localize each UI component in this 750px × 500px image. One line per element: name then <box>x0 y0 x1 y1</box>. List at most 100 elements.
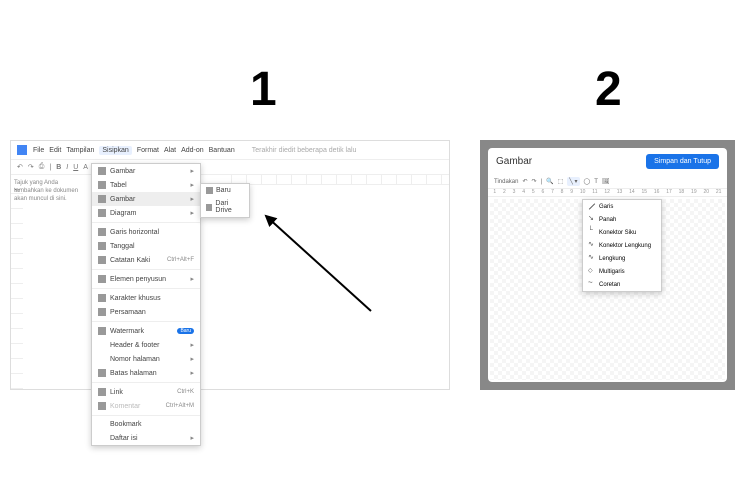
line-tool-button[interactable]: ╲ ▾ <box>567 177 579 186</box>
chevron-right-icon: ▸ <box>190 369 194 377</box>
zoom-icon[interactable]: 🔍 <box>546 178 553 185</box>
step-label-2: 2 <box>595 62 622 117</box>
line-ic-line-icon <box>588 203 595 210</box>
plus-icon <box>206 187 213 194</box>
break-icon <box>98 369 106 377</box>
insert-item-karakter-khusus[interactable]: Karakter khusus <box>92 291 200 305</box>
line-ic-cur-icon <box>588 255 595 262</box>
insert-item-komentar: KomentarCtrl+Alt+M <box>92 399 200 413</box>
text-color-icon[interactable]: A <box>83 164 88 171</box>
dialog-title: Gambar <box>496 156 532 167</box>
submenu-item-dari-drive[interactable]: Dari Drive <box>201 197 249 217</box>
text-icon[interactable]: T <box>594 179 598 185</box>
drawing-submenu: BaruDari Drive <box>200 183 250 218</box>
horizontal-ruler <box>231 175 449 185</box>
actions-menu[interactable]: Tindakan <box>494 179 518 185</box>
insert-item-garis-horizontal[interactable]: Garis horizontal <box>92 225 200 239</box>
chevron-right-icon: ▸ <box>190 167 194 175</box>
docs-logo-icon <box>17 145 27 155</box>
insert-item-gambar[interactable]: Gambar▸ <box>92 192 200 206</box>
insert-item-daftar-isi[interactable]: Daftar isi▸ <box>92 431 200 445</box>
line-type-dropdown: GarisPanahKonektor SikuKonektor Lengkung… <box>582 199 662 292</box>
insert-item-elemen-penyusun[interactable]: Elemen penyusun▸ <box>92 272 200 286</box>
line-option-coretan[interactable]: Coretan <box>583 278 661 291</box>
line-option-konektor-lengkung[interactable]: Konektor Lengkung <box>583 239 661 252</box>
insert-item-header-&-footer[interactable]: Header & footer▸ <box>92 338 200 352</box>
insert-item-catatan-kaki[interactable]: Catatan KakiCtrl+Alt+F <box>92 253 200 267</box>
outline-hint: Tajuk yang Anda tambahkan ke dokumen aka… <box>11 177 91 227</box>
menu-edit[interactable]: Edit <box>49 147 61 154</box>
insert-item-persamaan[interactable]: Persamaan <box>92 305 200 319</box>
line-option-lengkung[interactable]: Lengkung <box>583 252 661 265</box>
shape-icon[interactable]: ◯ <box>584 178 591 185</box>
last-edit-status: Terakhir diedit beberapa detik lalu <box>252 147 357 154</box>
image-icon <box>98 167 106 175</box>
submenu-item-baru[interactable]: Baru <box>201 184 249 197</box>
chevron-right-icon: ▸ <box>190 195 194 203</box>
menu-sisipkan[interactable]: Sisipkan <box>99 146 131 155</box>
line-ic-pol-icon <box>588 268 595 275</box>
line-ic-elb-icon <box>588 229 595 236</box>
drive-icon <box>206 204 212 211</box>
chevron-right-icon: ▸ <box>190 275 194 283</box>
line-option-multigaris[interactable]: Multigaris <box>583 265 661 278</box>
canvas-ruler: 123456789101112131415161718192021 <box>488 189 727 197</box>
blocks-icon <box>98 275 106 283</box>
line-option-konektor-siku[interactable]: Konektor Siku <box>583 226 661 239</box>
link-icon <box>98 388 106 396</box>
comment-icon <box>98 402 106 410</box>
drawing-dialog: Gambar Simpan dan Tutup Tindakan ↶ ↷ | 🔍… <box>488 148 727 382</box>
menu-tampilan[interactable]: Tampilan <box>66 147 94 154</box>
new-badge: Baru <box>177 328 194 334</box>
insert-item-watermark[interactable]: WatermarkBaru <box>92 324 200 338</box>
table-icon <box>98 181 106 189</box>
undo-icon[interactable]: ↶ <box>522 178 527 185</box>
menu-alat[interactable]: Alat <box>164 147 176 154</box>
menu-bantuan[interactable]: Bantuan <box>209 147 235 154</box>
underline-icon[interactable]: U <box>73 164 78 171</box>
redo-icon[interactable]: ↷ <box>532 178 537 185</box>
hr-icon <box>98 228 106 236</box>
chart-icon <box>98 209 106 217</box>
select-icon[interactable]: ⬚ <box>558 178 564 185</box>
menu-file[interactable]: File <box>33 147 44 154</box>
chevron-right-icon: ▸ <box>190 209 194 217</box>
bold-icon[interactable]: B <box>56 164 61 171</box>
drawing-icon <box>98 195 106 203</box>
date-icon <box>98 242 106 250</box>
insert-dropdown: Gambar▸Tabel▸Gambar▸Diagram▸Garis horizo… <box>91 163 201 446</box>
chevron-right-icon: ▸ <box>190 341 194 349</box>
drawing-canvas[interactable]: GarisPanahKonektor SikuKonektor Lengkung… <box>490 199 725 380</box>
line-ic-arr-icon <box>588 216 595 223</box>
undo-icon[interactable]: ↶ <box>17 163 23 171</box>
insert-item-nomor-halaman[interactable]: Nomor halaman▸ <box>92 352 200 366</box>
image-icon[interactable]: 🖼 <box>602 178 610 185</box>
annotation-arrow <box>261 211 381 321</box>
insert-item-gambar[interactable]: Gambar▸ <box>92 164 200 178</box>
line-ic-scr-icon <box>588 281 595 288</box>
footnote-icon <box>98 256 106 264</box>
italic-icon[interactable]: I <box>66 164 68 171</box>
print-icon[interactable]: ⎙ <box>39 163 45 171</box>
omega-icon <box>98 294 106 302</box>
menu-bar: File Edit Tampilan Sisipkan Format Alat Add-on… <box>11 141 449 160</box>
watermark-icon <box>98 327 106 335</box>
insert-item-tabel[interactable]: Tabel▸ <box>92 178 200 192</box>
docs-editor-panel: File Edit Tampilan Sisipkan Format Alat Add-on… <box>10 140 450 390</box>
save-close-button[interactable]: Simpan dan Tutup <box>646 154 719 169</box>
step-label-1: 1 <box>250 62 277 117</box>
drawing-dialog-panel: Gambar Simpan dan Tutup Tindakan ↶ ↷ | 🔍… <box>480 140 735 390</box>
chevron-right-icon: ▸ <box>190 181 194 189</box>
insert-item-bookmark[interactable]: Bookmark <box>92 418 200 431</box>
insert-item-link[interactable]: LinkCtrl+K <box>92 385 200 399</box>
insert-item-batas-halaman[interactable]: Batas halaman▸ <box>92 366 200 380</box>
menu-format[interactable]: Format <box>137 147 159 154</box>
line-option-panah[interactable]: Panah <box>583 213 661 226</box>
chevron-right-icon: ▸ <box>190 434 194 442</box>
insert-item-diagram[interactable]: Diagram▸ <box>92 206 200 220</box>
insert-item-tanggal[interactable]: Tanggal <box>92 239 200 253</box>
menu-add-on[interactable]: Add-on <box>181 147 204 154</box>
redo-icon[interactable]: ↷ <box>28 163 34 171</box>
chevron-right-icon: ▸ <box>190 355 194 363</box>
line-option-garis[interactable]: Garis <box>583 200 661 213</box>
